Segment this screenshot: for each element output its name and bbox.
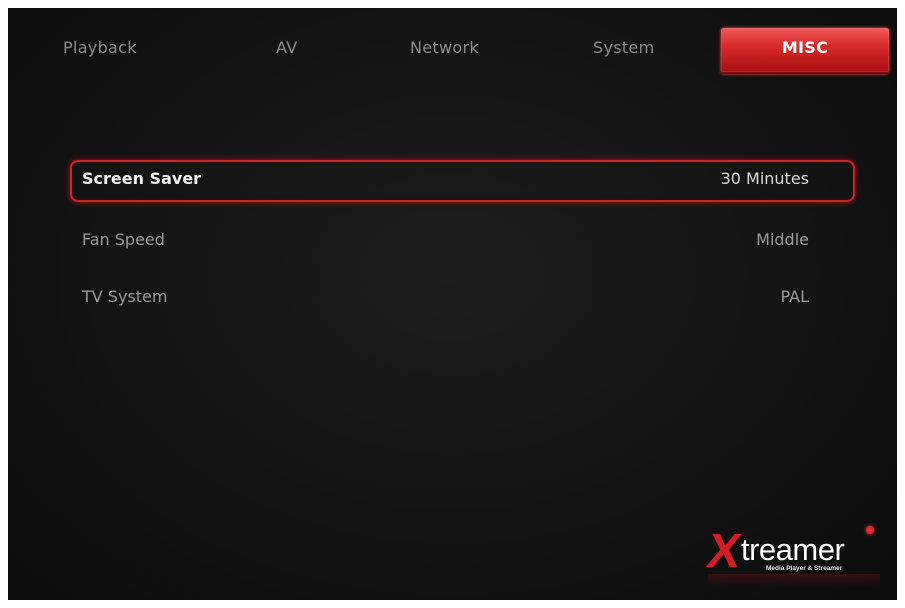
setting-row-fan-speed[interactable]: Fan Speed Middle: [70, 221, 855, 259]
settings-tab-bar: Playback AV Network System MISC: [8, 28, 897, 80]
setting-value: Middle: [756, 230, 809, 249]
tv-screen: Playback AV Network System MISC Screen S…: [8, 8, 897, 600]
tab-system[interactable]: System: [593, 28, 654, 72]
tab-network[interactable]: Network: [410, 28, 479, 72]
xtreamer-logo: X treamer Media Player & Streamer: [703, 525, 880, 586]
logo-x-mark: X: [703, 525, 745, 578]
tab-misc[interactable]: MISC: [721, 28, 889, 74]
setting-value: 30 Minutes: [720, 169, 809, 188]
logo-tagline: Media Player & Streamer: [766, 565, 843, 572]
logo-wordmark: treamer: [741, 532, 845, 567]
logo-reflection: [708, 574, 880, 586]
setting-row-tv-system[interactable]: TV System PAL: [70, 278, 855, 316]
logo-dot-icon: [866, 526, 874, 534]
setting-value: PAL: [780, 287, 809, 306]
setting-row-screen-saver[interactable]: Screen Saver 30 Minutes: [70, 160, 855, 202]
setting-label: Fan Speed: [82, 230, 165, 249]
setting-label: TV System: [82, 287, 168, 306]
tab-playback[interactable]: Playback: [63, 28, 137, 72]
setting-label: Screen Saver: [82, 169, 202, 188]
tab-av[interactable]: AV: [276, 28, 297, 72]
settings-list: Screen Saver 30 Minutes Fan Speed Middle…: [70, 160, 855, 335]
